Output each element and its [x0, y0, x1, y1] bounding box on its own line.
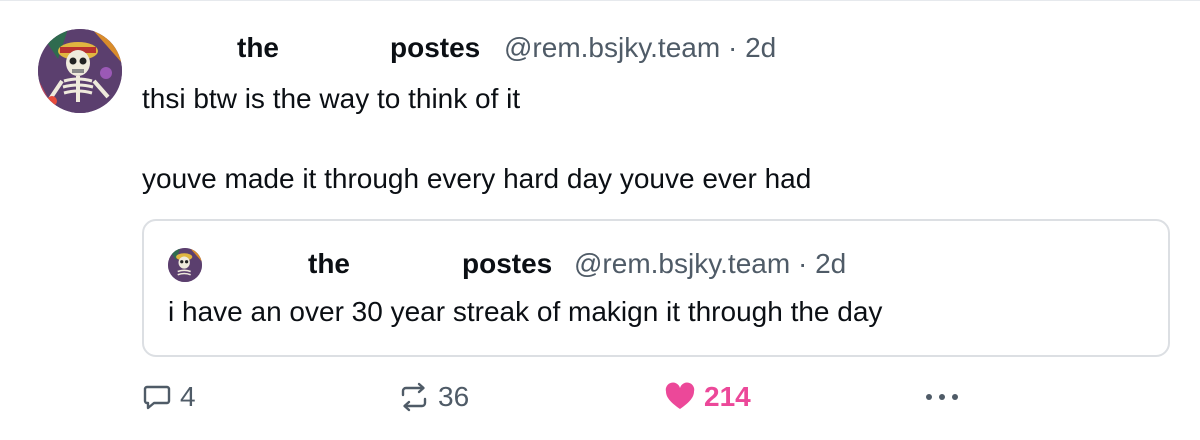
reply-icon: [142, 382, 172, 412]
quoted-author-name-last[interactable]: postes: [462, 245, 552, 283]
author-avatar[interactable]: [38, 29, 122, 113]
quoted-author-name-first[interactable]: the: [308, 245, 350, 283]
quoted-post[interactable]: the postes @rem.bsjky.team · 2d i have a…: [142, 219, 1170, 357]
author-name-first[interactable]: the: [237, 29, 279, 67]
post-timestamp[interactable]: 2d: [745, 32, 776, 63]
like-button[interactable]: 214: [664, 373, 751, 421]
quoted-post-text: i have an over 30 year streak of makign …: [168, 296, 883, 327]
heart-icon: [664, 382, 696, 412]
repost-button[interactable]: 36: [398, 373, 469, 421]
meta-separator: ·: [727, 32, 738, 63]
post-meta: @rem.bsjky.team · 2d: [504, 29, 776, 67]
more-icon: [922, 382, 962, 412]
repost-icon: [398, 382, 430, 412]
post-card[interactable]: the postes @rem.bsjky.team · 2d thsi btw…: [0, 0, 1200, 440]
quoted-post-meta: @rem.bsjky.team · 2d: [574, 245, 846, 283]
reply-count: 4: [180, 381, 196, 412]
post-actions: 4 36 214: [0, 373, 1200, 421]
more-options-button[interactable]: [922, 373, 962, 421]
post-text: thsi btw is the way to think of it youve…: [142, 83, 812, 194]
author-name-last[interactable]: postes: [390, 29, 480, 67]
skeleton-avatar-image: [38, 29, 122, 113]
quoted-author-handle[interactable]: @rem.bsjky.team: [574, 248, 790, 279]
like-count: 214: [704, 381, 751, 412]
quoted-meta-separator: ·: [797, 248, 808, 279]
quoted-post-header: the postes @rem.bsjky.team · 2d: [168, 245, 1148, 283]
quoted-post-timestamp[interactable]: 2d: [815, 248, 846, 279]
author-handle[interactable]: @rem.bsjky.team: [504, 32, 720, 63]
repost-count: 36: [438, 381, 470, 412]
reply-button[interactable]: 4: [142, 373, 196, 421]
